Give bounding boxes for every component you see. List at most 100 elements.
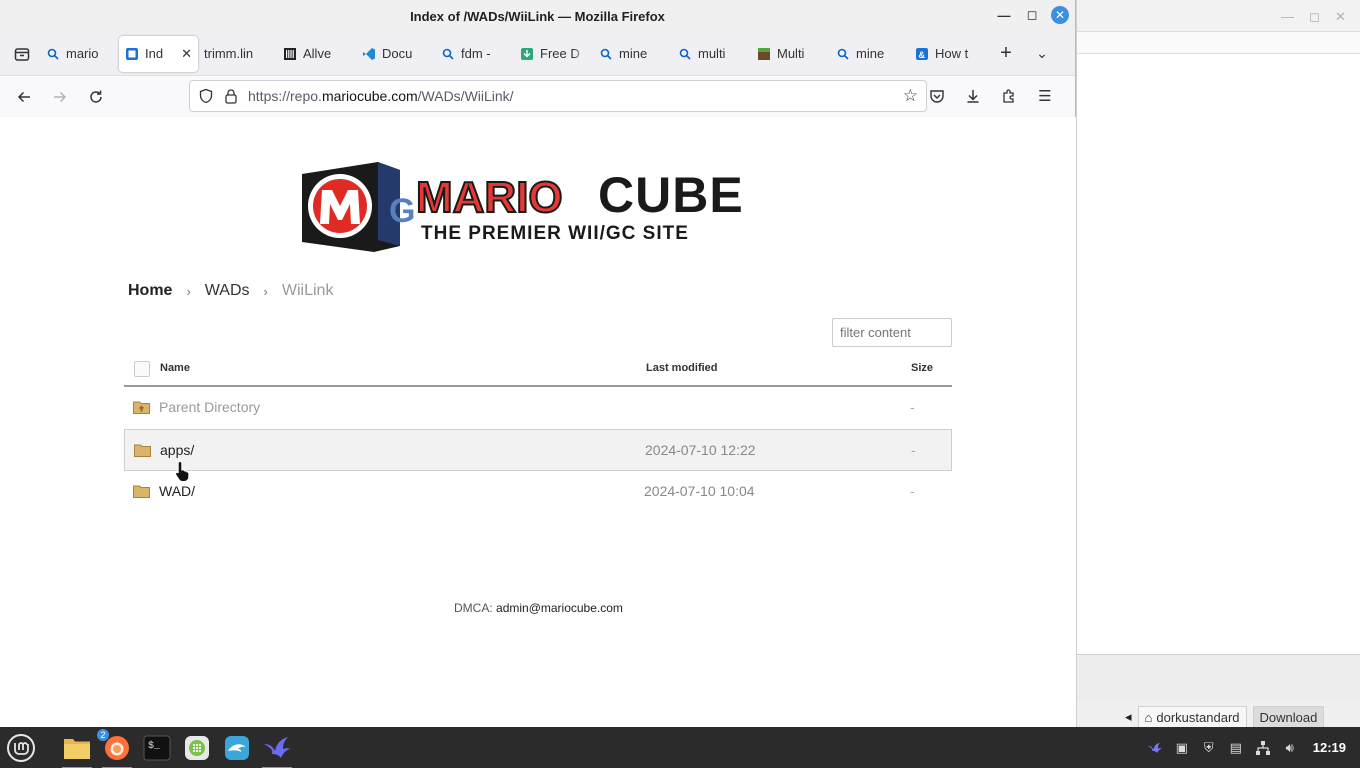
column-header-size[interactable]: Size — [911, 362, 933, 374]
tab-10[interactable]: Multi — [751, 36, 830, 72]
row-name[interactable]: apps/ — [160, 442, 194, 458]
url-bar[interactable]: https://repo.mariocube.com/WADs/WiiLink/… — [189, 80, 927, 112]
network-icon[interactable] — [1255, 740, 1271, 756]
close-tab-icon[interactable]: ✕ — [181, 46, 192, 62]
extensions-icon[interactable] — [998, 84, 1020, 108]
background-window: — ◻ ✕ ◂ ⌂ dorkustandard Download — [1076, 0, 1360, 727]
table-row[interactable]: Parent Directory - — [124, 387, 952, 429]
forward-button[interactable] — [42, 81, 78, 113]
terminal-app-button[interactable]: $_ — [140, 731, 174, 765]
tab-3[interactable]: trimm.lin — [198, 36, 277, 72]
tab-7[interactable]: Free D — [514, 36, 593, 72]
breadcrumb-wads[interactable]: WADs — [205, 282, 250, 300]
table-row[interactable]: apps/ 2024-07-10 12:22 - — [124, 429, 952, 471]
bg-tab-download[interactable]: Download — [1252, 706, 1325, 727]
tab-label: mario — [66, 46, 99, 61]
tab-1[interactable]: mario — [40, 36, 119, 72]
firefox-window: Index of /WADs/WiiLink — Mozilla Firefox… — [0, 0, 1076, 727]
tab-8[interactable]: mine — [593, 36, 672, 72]
tab-bar: mario Ind ✕ trimm.lin Allve Docu fdm - Free D mi… — [0, 32, 1075, 76]
window-title: Index of /WADs/WiiLink — Mozilla Firefox — [410, 8, 665, 24]
grid-app-icon — [185, 736, 209, 760]
bird-tray-svg — [1147, 742, 1162, 753]
bird-app-button[interactable] — [260, 731, 294, 768]
svg-text:MARIO: MARIO — [416, 173, 563, 222]
hamburger-menu-icon[interactable]: ☰ — [1034, 84, 1056, 108]
tab-label: Multi — [777, 46, 805, 61]
search-icon — [678, 47, 692, 61]
tab-2[interactable]: Ind ✕ — [119, 35, 198, 72]
folder-icon — [133, 485, 150, 498]
pocket-icon[interactable] — [926, 84, 948, 108]
new-tab-button[interactable]: + — [988, 36, 1024, 72]
select-all-checkbox[interactable] — [134, 361, 150, 377]
footer-dmca: DMCA: admin@mariocube.com — [454, 601, 623, 615]
mariocube-logo[interactable]: G MARIO CUBE THE PREMIER WII/GC SITE — [300, 160, 775, 253]
bg-tab-dorkustandard[interactable]: ⌂ dorkustandard — [1137, 706, 1247, 727]
pocket-icon-svg — [930, 90, 944, 103]
chevron-right-icon: › — [186, 283, 191, 299]
tab-label: Allve — [303, 46, 332, 61]
scroll-left-icon[interactable]: ◂ — [1125, 709, 1132, 725]
svg-text:CUBE: CUBE — [598, 167, 744, 223]
svg-text:G: G — [389, 192, 415, 230]
minimize-icon[interactable]: — — [995, 6, 1013, 24]
shield-update-icon[interactable]: ⛨ — [1201, 740, 1217, 756]
dmca-email-link[interactable]: admin@mariocube.com — [496, 601, 623, 615]
back-arrow-icon — [17, 91, 30, 102]
tab-5[interactable]: Docu — [356, 36, 435, 72]
downloads-icon[interactable] — [962, 84, 984, 108]
reload-icon — [90, 90, 102, 103]
clock[interactable]: 12:19 — [1313, 740, 1346, 755]
close-window-icon[interactable]: ✕ — [1051, 6, 1069, 24]
parent-folder-icon — [133, 401, 150, 414]
toolbar-actions: ☰ — [926, 84, 1056, 108]
firefox-app-button[interactable]: 2 — [97, 729, 134, 768]
svg-text:THE PREMIER WII/GC SITE: THE PREMIER WII/GC SITE — [421, 223, 689, 244]
network-svg — [1255, 740, 1270, 755]
tracking-protection-shield-icon[interactable] — [198, 88, 214, 104]
tab-label: mine — [856, 46, 885, 61]
window-titlebar: Index of /WADs/WiiLink — Mozilla Firefox… — [0, 0, 1075, 32]
volume-icon[interactable]: 🔊︎ — [1282, 740, 1298, 756]
tab-label: fdm - — [461, 46, 491, 61]
mint-logo-icon — [7, 734, 35, 762]
background-window-titlebar: — ◻ ✕ — [1077, 0, 1360, 32]
tab-12[interactable]: & How t — [909, 36, 988, 72]
puzzle-icon — [1003, 89, 1014, 103]
row-name[interactable]: Parent Directory — [159, 399, 260, 415]
table-row[interactable]: WAD/ 2024-07-10 10:04 - — [124, 471, 952, 513]
tab-label: multi — [698, 46, 726, 61]
url-text[interactable]: https://repo.mariocube.com/WADs/WiiLink/ — [248, 88, 514, 104]
padlock-icon[interactable] — [224, 88, 238, 104]
tab-6[interactable]: fdm - — [435, 36, 514, 72]
tab-9[interactable]: multi — [672, 36, 751, 72]
clipboard-icon[interactable]: ▣ — [1174, 740, 1190, 756]
bookmark-star-icon[interactable]: ☆ — [903, 86, 918, 106]
maximize-icon[interactable]: ◻ — [1309, 9, 1320, 25]
filter-input[interactable] — [832, 318, 952, 347]
column-header-modified[interactable]: Last modified — [646, 362, 718, 374]
search-icon — [836, 47, 850, 61]
breadcrumb-home[interactable]: Home — [128, 282, 172, 300]
dolphin-app-button[interactable] — [220, 731, 254, 765]
column-header-name[interactable]: Name — [160, 362, 190, 374]
hand-pointer-cursor-icon — [175, 460, 190, 482]
row-name[interactable]: WAD/ — [159, 483, 195, 499]
tab-strip: mario Ind ✕ trimm.lin Allve Docu fdm - Free D mi… — [40, 35, 988, 72]
calculator-app-button[interactable] — [180, 731, 214, 765]
close-icon[interactable]: ✕ — [1335, 9, 1346, 25]
firefox-view-button[interactable] — [4, 36, 40, 72]
bird-tray-icon[interactable] — [1147, 740, 1163, 756]
maximize-icon[interactable]: ◻ — [1023, 6, 1041, 24]
chevron-right-icon: › — [263, 283, 268, 299]
files-app-button[interactable] — [60, 731, 94, 768]
notes-icon[interactable]: ▤ — [1228, 740, 1244, 756]
tab-11[interactable]: mine — [830, 36, 909, 72]
start-menu-button[interactable] — [5, 732, 37, 764]
minimize-icon[interactable]: — — [1281, 9, 1294, 24]
back-button[interactable] — [6, 81, 42, 113]
reload-button[interactable] — [78, 81, 114, 113]
tab-4[interactable]: Allve — [277, 36, 356, 72]
list-all-tabs-button[interactable]: ⌄ — [1024, 36, 1060, 72]
